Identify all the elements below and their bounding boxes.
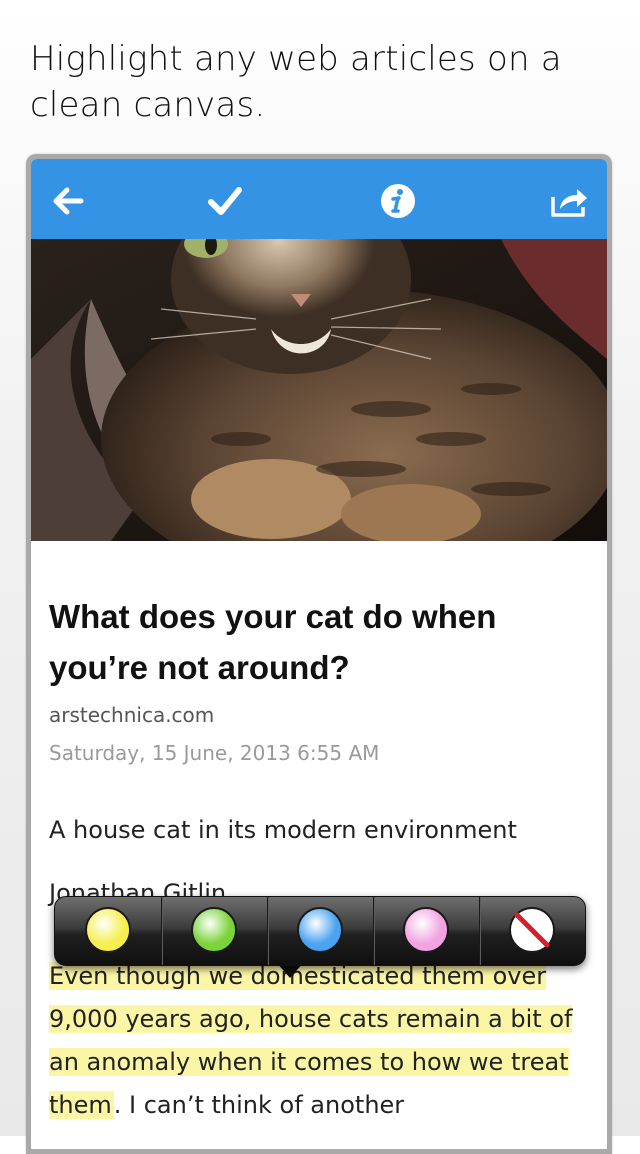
info-icon xyxy=(381,184,415,218)
article-title: What does your cat do when you’re not ar… xyxy=(49,598,497,686)
highlight-yellow-button[interactable] xyxy=(55,897,162,965)
info-button[interactable] xyxy=(376,179,420,223)
checkmark-icon xyxy=(208,187,242,215)
article-source[interactable]: arstechnica.com xyxy=(49,703,214,727)
share-button[interactable] xyxy=(547,179,591,223)
remove-highlight-button[interactable] xyxy=(479,897,585,965)
image-caption: A house cat in its modern environment xyxy=(49,816,517,844)
blue-swatch-icon xyxy=(297,907,343,953)
promo-headline: Highlight any web articles on a clean ca… xyxy=(30,39,562,125)
body-text-rest: . I can’t think of another xyxy=(113,1091,405,1119)
pink-swatch-icon xyxy=(403,907,449,953)
mark-read-button[interactable] xyxy=(203,179,247,223)
highlight-pink-button[interactable] xyxy=(373,897,480,965)
highlight-green-button[interactable] xyxy=(161,897,268,965)
app-screen: What does your cat do when you’re not ar… xyxy=(31,159,607,1149)
highlight-color-popup xyxy=(54,896,586,966)
article-date: Saturday, 15 June, 2013 6:55 AM xyxy=(49,741,380,765)
highlight-blue-button[interactable] xyxy=(267,897,374,965)
green-swatch-icon xyxy=(191,907,237,953)
no-highlight-icon xyxy=(509,907,555,953)
article-body[interactable]: Even though we domesticated them over 9,… xyxy=(49,955,607,1127)
article-toolbar xyxy=(31,159,607,239)
share-icon xyxy=(551,189,587,217)
back-arrow-icon xyxy=(53,187,84,215)
yellow-swatch-icon xyxy=(85,907,131,953)
article-hero-image xyxy=(31,239,607,541)
back-button[interactable] xyxy=(47,179,91,223)
cat-photo xyxy=(31,239,607,541)
